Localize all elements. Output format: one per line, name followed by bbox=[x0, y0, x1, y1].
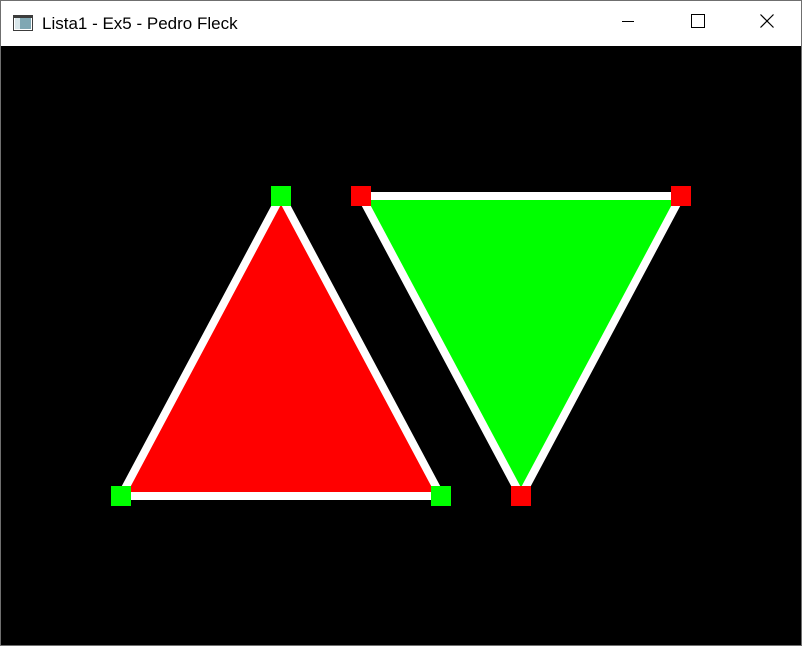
red-triangle-vertex-left[interactable] bbox=[111, 486, 131, 506]
window-title: Lista1 - Ex5 - Pedro Fleck bbox=[42, 14, 238, 33]
close-button[interactable] bbox=[732, 1, 802, 46]
red-triangle-vertex-top[interactable] bbox=[271, 186, 291, 206]
minimize-icon bbox=[620, 13, 636, 34]
red-triangle-vertex-right[interactable] bbox=[431, 486, 451, 506]
minimize-button[interactable] bbox=[593, 1, 663, 46]
canvas-svg bbox=[111, 186, 691, 506]
green-triangle-vertex-left[interactable] bbox=[351, 186, 371, 206]
title-bar[interactable]: Lista1 - Ex5 - Pedro Fleck bbox=[1, 1, 801, 46]
green-triangle-vertex-bottom[interactable] bbox=[511, 486, 531, 506]
maximize-button[interactable] bbox=[663, 1, 733, 46]
app-window: Lista1 - Ex5 - Pedro Fleck bbox=[0, 0, 802, 646]
app-icon bbox=[13, 15, 33, 31]
maximize-icon bbox=[690, 13, 706, 34]
close-icon bbox=[759, 13, 775, 34]
green-triangle-vertex-right[interactable] bbox=[671, 186, 691, 206]
drawing-canvas[interactable] bbox=[1, 46, 801, 645]
